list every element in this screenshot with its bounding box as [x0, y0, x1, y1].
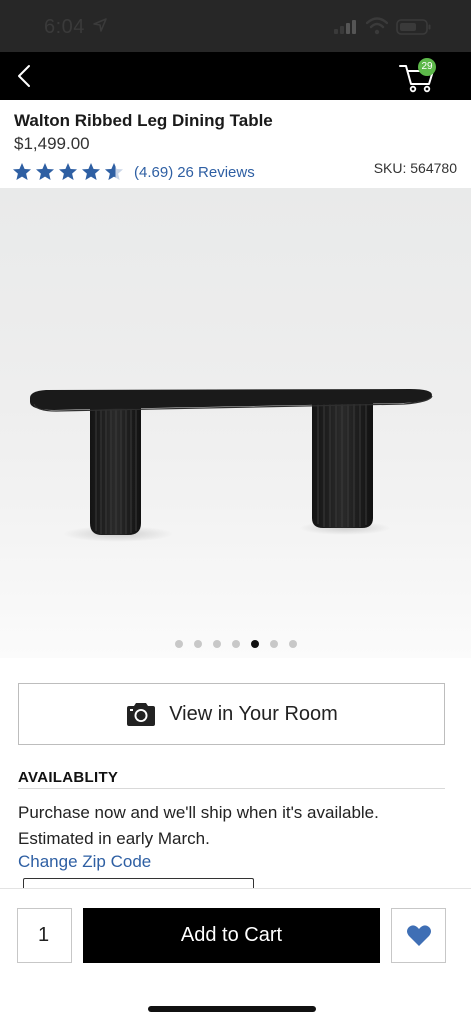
chevron-left-icon — [18, 65, 30, 87]
availability-heading: AVAILABLITY — [18, 769, 119, 786]
carousel-dot-active[interactable] — [250, 640, 259, 648]
camera-icon — [127, 703, 156, 726]
carousel-dot[interactable] — [174, 640, 183, 648]
carousel-dot[interactable] — [231, 640, 240, 648]
carousel-dot[interactable] — [288, 640, 297, 648]
nav-bar — [0, 52, 471, 100]
review-count: 26 Reviews — [177, 163, 255, 181]
cart-count-badge: 29 — [418, 58, 436, 76]
image-carousel-dots — [0, 640, 471, 648]
add-to-cart-button[interactable]: Add to Cart — [83, 908, 380, 963]
star-icon — [82, 163, 100, 180]
star-icon — [59, 163, 77, 180]
product-title: Walton Ribbed Leg Dining Table — [14, 111, 273, 130]
battery-icon — [396, 19, 431, 35]
availability-estimate: Estimated in early March. — [18, 829, 210, 848]
carousel-dot[interactable] — [269, 640, 278, 648]
change-zip-code-link[interactable]: Change Zip Code — [18, 852, 151, 872]
view-in-room-button[interactable]: View in Your Room — [18, 683, 445, 745]
rating-value: (4.69) — [134, 163, 174, 181]
wifi-icon — [366, 17, 388, 35]
product-header: Walton Ribbed Leg Dining Table $1,499.00… — [0, 100, 471, 188]
star-half-icon — [105, 163, 123, 180]
carousel-dot[interactable] — [193, 640, 202, 648]
product-price: $1,499.00 — [14, 134, 90, 153]
back-button[interactable] — [10, 60, 42, 92]
cellular-signal-icon — [334, 20, 356, 34]
view-in-room-label: View in Your Room — [169, 702, 338, 725]
quantity-input[interactable] — [17, 908, 72, 963]
divider — [18, 788, 445, 789]
heart-icon — [406, 924, 431, 946]
star-icon — [13, 163, 31, 180]
status-bar: 6:04 — [0, 0, 471, 52]
product-image[interactable] — [0, 188, 471, 658]
star-icon — [36, 163, 54, 180]
availability-message: Purchase now and we'll ship when it's av… — [18, 803, 379, 822]
star-rating — [12, 162, 124, 182]
purchase-bar: Add to Cart — [0, 888, 471, 1020]
favorite-button[interactable] — [391, 908, 446, 963]
location-arrow-icon — [93, 18, 107, 32]
status-time: 6:04 — [44, 16, 85, 38]
rating-link[interactable]: (4.69) 26 Reviews — [12, 160, 259, 184]
dining-table-image — [30, 389, 433, 542]
home-indicator — [148, 1006, 316, 1012]
carousel-dot[interactable] — [212, 640, 221, 648]
sku-label: SKU: 564780 — [373, 160, 457, 176]
